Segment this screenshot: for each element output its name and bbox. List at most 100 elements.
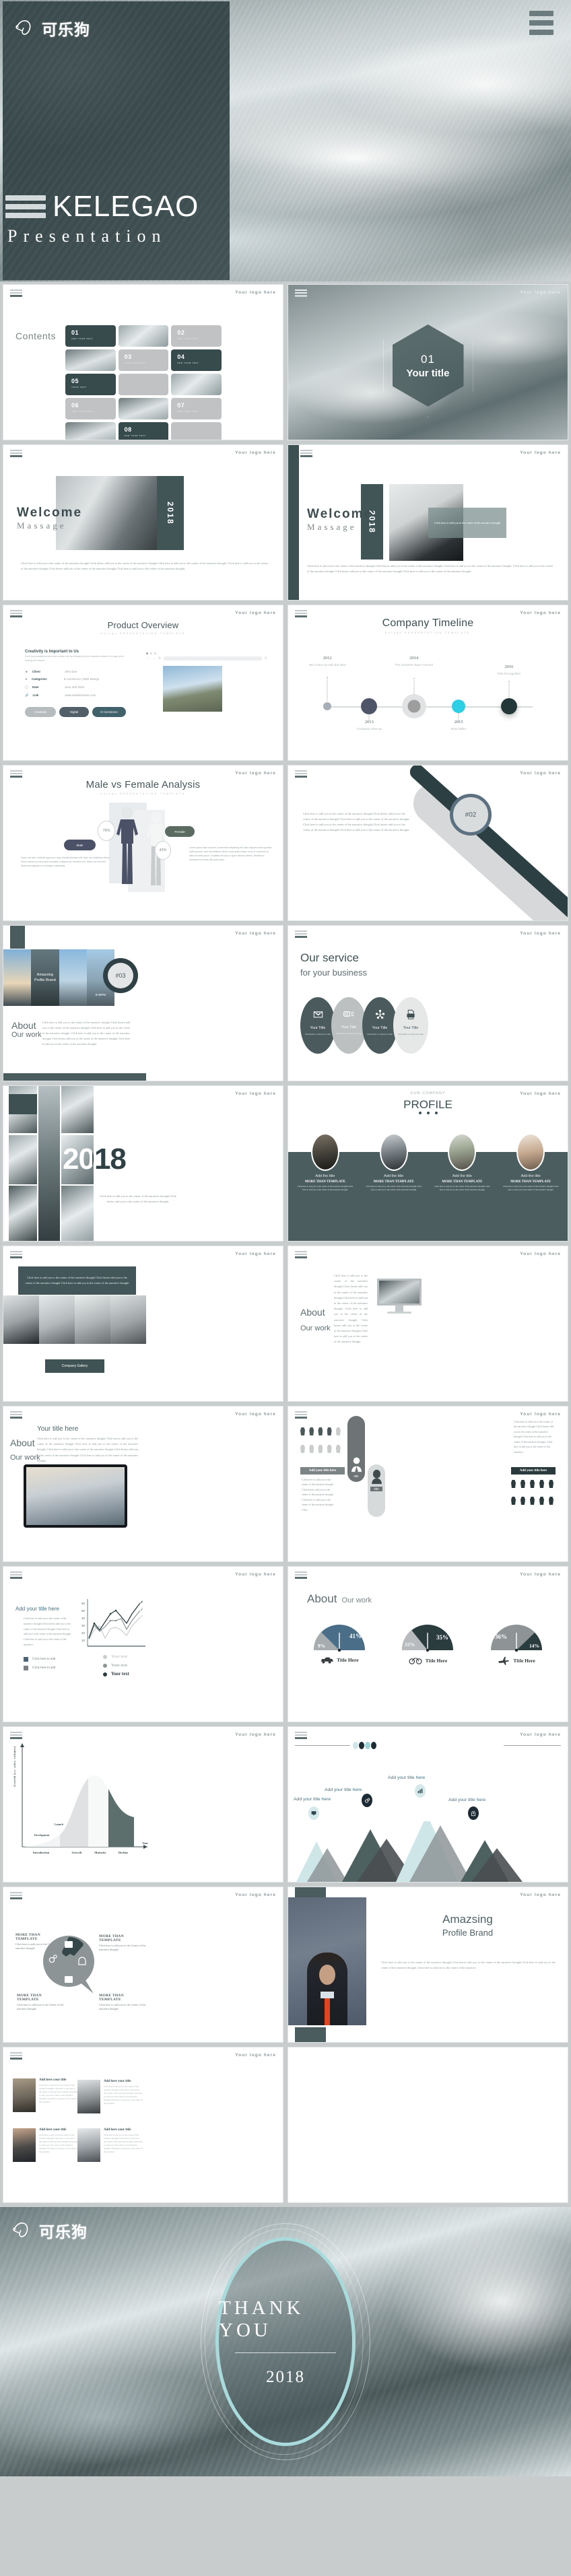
slide-people-stats[interactable]: Your logo here Add your title here Click…	[288, 1406, 568, 1562]
four-up-item[interactable]: Add here your title Click here to add yo…	[77, 2128, 205, 2162]
hamburger-menu-icon	[295, 1251, 307, 1258]
company-gallery-button[interactable]: Company Gallery	[45, 1359, 104, 1373]
slide-lifecycle-chart[interactable]: Your logo here Growth (i.e. sales, volum…	[3, 1726, 283, 1883]
slide-section-02[interactable]: Your logo here #02 Click here to add you…	[288, 765, 568, 921]
gauge-item[interactable]: 35% 15% Title Here	[400, 1622, 455, 1665]
forward-arrow-icon[interactable]: →	[152, 656, 156, 660]
content-box[interactable]: 02 ADD YOUR TEXT	[171, 325, 222, 347]
content-box[interactable]: 07 ADD YOUR TEXT	[171, 398, 222, 419]
timeline-dot[interactable]	[323, 702, 332, 710]
slide-triangles[interactable]: Your logo here Add your title here Add y…	[288, 1726, 568, 1883]
legend-item: Your text	[103, 1672, 129, 1676]
user-icon: ☻	[25, 669, 28, 673]
content-box[interactable]	[65, 422, 116, 440]
section-number-badge: #02	[450, 794, 492, 836]
four-up-item[interactable]: Add here your title Click here to add yo…	[77, 2080, 205, 2113]
gauge-chart-bicycle: 35% 15%	[402, 1625, 454, 1652]
profile-card-row: Add the title MORE THAN TEMPLATE Click h…	[291, 1133, 565, 1192]
content-box[interactable]	[118, 398, 169, 419]
slide-male-female-analysis[interactable]: Your logo here Male vs Female Analysis K…	[3, 765, 283, 921]
content-box[interactable]: 05 YOUR TEXT	[65, 374, 116, 395]
tag-pill[interactable]: E-Commerce	[92, 706, 126, 717]
slide-amazsing-profile[interactable]: Your logo here Amazsing Profile Brand Cl…	[288, 1887, 568, 2043]
profile-card[interactable]: Add the title MORE THAN TEMPLATE Click h…	[296, 1133, 354, 1192]
detail-row: ☻ Client John Doe	[25, 670, 126, 673]
content-box[interactable]	[65, 349, 116, 371]
detail-value: June 2nd 2015	[64, 685, 84, 689]
svg-text:20: 20	[81, 1631, 86, 1635]
about-paragraph: Click here to add you to the center of t…	[334, 1274, 368, 1344]
slide-four-up[interactable]: Your logo here Add here your title Click…	[3, 2047, 283, 2203]
slide-product-overview[interactable]: Your logo here Product Overview Kelego P…	[3, 605, 283, 761]
female-percent-badge: 43%	[155, 841, 171, 860]
browser-menu-icon[interactable]: ☰	[265, 656, 267, 660]
service-card[interactable]: Your Title Click here to add you to the	[300, 997, 335, 1054]
slide-contents[interactable]: Your logo here Contents 01 ADD YOUR TEXT …	[3, 284, 283, 440]
hamburger-menu-icon	[10, 1411, 22, 1419]
slide-speech-bubbles[interactable]: Your logo here MORE THAN TEMPLATE Click …	[3, 1887, 283, 2043]
timeline-dot[interactable]	[452, 700, 466, 713]
slide-profile[interactable]: Your logo here OUR COMPANY PROFILE Add t…	[288, 1085, 568, 1242]
about-small: Our work	[341, 1596, 372, 1604]
content-box[interactable]	[171, 374, 222, 395]
female-avatar-icon	[371, 1469, 382, 1485]
content-box[interactable]: 06 ADD YOUR TEXT	[65, 398, 116, 419]
service-card[interactable]: Your Title Click here to add you to the	[331, 997, 366, 1054]
gauge-item[interactable]: 41% 9% Title Here	[312, 1622, 367, 1665]
content-box[interactable]: 08 ADD YOUR TEXT	[118, 422, 169, 440]
content-box[interactable]: 03 ADD YOUR TEXT	[118, 349, 169, 371]
hero-hamburger-icon[interactable]	[529, 11, 553, 35]
timeline-dot[interactable]	[500, 698, 517, 714]
hero-title-bars-icon	[5, 195, 46, 218]
profile-name: Add the title	[384, 1174, 404, 1178]
service-card[interactable]: Your Title Click here to add you to the	[393, 997, 428, 1054]
slide-section-01[interactable]: Your logo here 01 Your title	[288, 284, 568, 440]
slide-line-chart[interactable]: Your logo here Add your title here Click…	[3, 1566, 283, 1722]
gauge-item[interactable]: 36% 14% Title Here	[489, 1622, 544, 1665]
logo-placeholder: Your logo here	[235, 2053, 276, 2058]
tag-pill[interactable]: Digital	[59, 706, 90, 717]
slide-about-monitor[interactable]: Your logo here About Our work Click here…	[288, 1246, 568, 1402]
reload-icon[interactable]: ↻	[158, 656, 161, 660]
thank-you-divider	[235, 2352, 336, 2353]
address-bar[interactable]	[164, 656, 262, 660]
center-label-bottom: title	[370, 1487, 382, 1491]
about-heading: About Our work	[307, 1592, 372, 1606]
profile-card[interactable]: Add the title MORE THAN TEMPLATE Click h…	[365, 1133, 423, 1192]
content-box[interactable]: 01 ADD YOUR TEXT	[65, 325, 116, 347]
svg-text:Maturity: Maturity	[94, 1851, 106, 1854]
slide-about-03[interactable]: Your logo here Amazsing Profile Brand 8:…	[3, 925, 283, 1081]
profile-role: MORE THAN TEMPLATE	[304, 1180, 345, 1184]
male-avatar-capsule: title	[347, 1416, 365, 1482]
slide-collage-2018[interactable]: Your logo here 2018 2018 Click here to a…	[3, 1085, 283, 1242]
timeline-dot[interactable]	[361, 698, 378, 714]
slide-our-service[interactable]: Your logo here Our service for your busi…	[288, 925, 568, 1081]
slide-gauges[interactable]: Your logo here About Our work 41% 9% Tit…	[288, 1566, 568, 1722]
service-title: Our service	[300, 951, 359, 964]
legend-label: Click here to add	[32, 1658, 56, 1661]
logo-placeholder: Your logo here	[235, 1252, 276, 1256]
right-paragraph: Click here to add you to the center of t…	[514, 1421, 554, 1454]
profile-card[interactable]: Add the title MORE THAN TEMPLATE Click h…	[502, 1133, 560, 1192]
slide-about-laptop[interactable]: Your logo here About Our work Your title…	[3, 1406, 283, 1562]
tag-pill[interactable]: Creativity	[25, 706, 57, 717]
decor-gray-bar	[405, 774, 568, 920]
timeline-dot[interactable]	[407, 700, 421, 713]
profile-card[interactable]: Add the title MORE THAN TEMPLATE Click h…	[433, 1133, 491, 1192]
slide-company-gallery[interactable]: Your logo here Click here to add you to …	[3, 1246, 283, 1402]
person-icon	[309, 1444, 314, 1453]
back-arrow-icon[interactable]: ←	[146, 656, 149, 660]
logo-placeholder: Your logo here	[520, 290, 561, 295]
content-box[interactable]	[118, 374, 169, 395]
slide-welcome-graduates[interactable]: Your logo here 2018 Click here to add yo…	[288, 444, 568, 601]
slide-welcome-business[interactable]: Your logo here 2018 Welcome Massage Clic…	[3, 444, 283, 601]
service-card[interactable]: Your Title Click here to add you to the	[362, 997, 397, 1054]
chart-slide-title: Add your title here	[15, 1606, 59, 1612]
slide-blank[interactable]	[288, 2047, 568, 2203]
logo-placeholder: Your logo here	[235, 771, 276, 776]
content-box[interactable]	[118, 325, 169, 347]
content-box[interactable]	[171, 422, 222, 440]
slide-company-timeline[interactable]: Your logo here Company Timeline Kelego P…	[288, 605, 568, 761]
content-box[interactable]: 04 ADD YOUR TEXT	[171, 349, 222, 371]
slide-thumbnail-grid: Your logo here Contents 01 ADD YOUR TEXT …	[0, 281, 571, 2203]
